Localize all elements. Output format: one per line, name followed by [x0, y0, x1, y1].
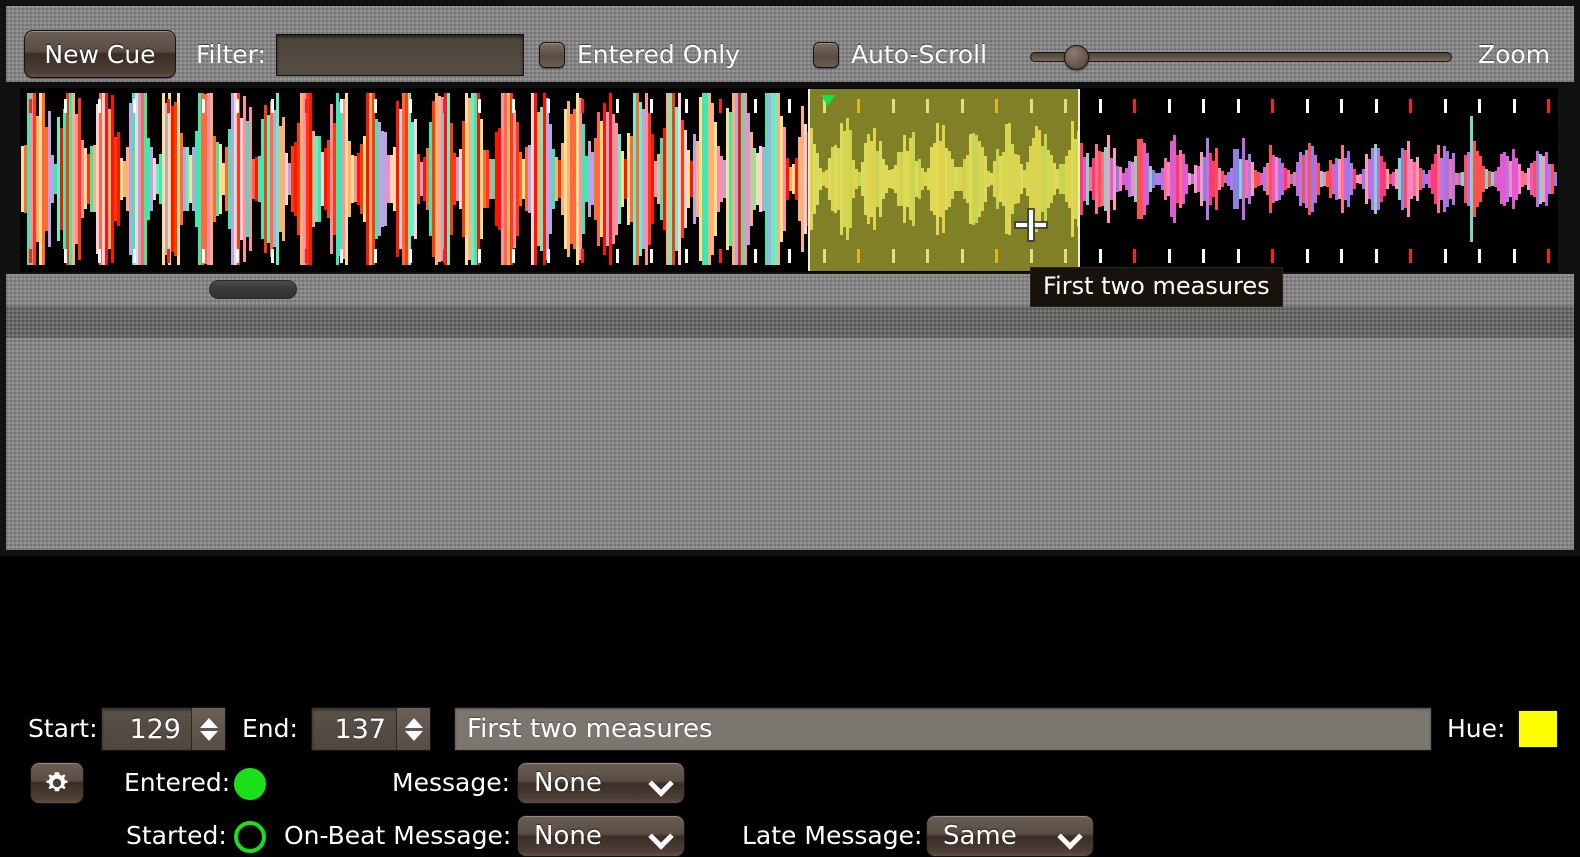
hue-label: Hue: [1447, 714, 1505, 743]
waveform-detail-view[interactable] [20, 88, 1558, 272]
message-dropdown-value: None [534, 768, 650, 798]
started-label: Started: [126, 821, 227, 850]
message-label: Message: [392, 768, 510, 797]
entered-only-label[interactable]: Entered Only [577, 40, 740, 69]
waveform-scrollbar-thumb[interactable] [209, 280, 297, 299]
chevron-down-icon [650, 825, 672, 847]
cue-tooltip: First two measures [1030, 267, 1283, 307]
start-beat-stepper[interactable]: 129 [101, 707, 226, 751]
entered-only-checkbox[interactable] [539, 42, 565, 68]
cue-start-marker-icon [821, 95, 835, 106]
on-beat-message-dropdown-value: None [534, 821, 650, 851]
end-beat-value: 137 [312, 714, 396, 745]
waveform-bars [21, 89, 1557, 271]
auto-scroll-checkbox[interactable] [813, 42, 839, 68]
end-beat-stepper[interactable]: 137 [311, 707, 431, 751]
message-dropdown[interactable]: None [517, 762, 685, 804]
end-beat-arrows[interactable] [396, 708, 430, 750]
start-decrement-icon[interactable] [200, 731, 218, 741]
zoom-slider-track[interactable] [1030, 52, 1452, 62]
panel-divider [6, 306, 1574, 338]
waveform-scrollbar[interactable] [6, 274, 1574, 306]
end-increment-icon[interactable] [405, 718, 423, 728]
late-message-label: Late Message: [742, 821, 922, 850]
chevron-down-icon [1059, 825, 1081, 847]
new-cue-button[interactable]: New Cue [24, 30, 176, 78]
entered-status-indicator [234, 768, 266, 800]
end-decrement-icon[interactable] [405, 731, 423, 741]
start-beat-value: 129 [102, 714, 191, 745]
start-increment-icon[interactable] [200, 718, 218, 728]
on-beat-message-dropdown[interactable]: None [517, 815, 685, 857]
start-beat-arrows[interactable] [191, 708, 225, 750]
filter-label: Filter: [196, 40, 266, 69]
hue-color-swatch[interactable] [1518, 710, 1558, 748]
gear-icon [43, 769, 71, 797]
started-status-indicator [234, 821, 266, 853]
zoom-label: Zoom [1478, 40, 1550, 69]
late-message-dropdown[interactable]: Same [926, 815, 1094, 857]
cue-toolbar: New Cue Filter: Entered Only Auto-Scroll… [6, 6, 1574, 82]
chevron-down-icon [650, 772, 672, 794]
crosshair-cursor-icon [1016, 210, 1046, 240]
start-label: Start: [28, 714, 98, 743]
zoom-slider[interactable] [1030, 46, 1452, 66]
zoom-slider-knob[interactable] [1064, 45, 1089, 70]
auto-scroll-label[interactable]: Auto-Scroll [851, 40, 987, 69]
cue-settings-button[interactable] [30, 762, 84, 804]
waveform-canvas[interactable] [21, 89, 1557, 271]
cue-properties-panel: Start: 129 End: 137 First two measures H… [6, 338, 1574, 550]
on-beat-message-label: On-Beat Message: [284, 821, 511, 850]
cue-comment-input[interactable]: First two measures [454, 707, 1432, 751]
end-label: End: [242, 714, 298, 743]
late-message-dropdown-value: Same [943, 821, 1059, 851]
cue-editor-window: New Cue Filter: Entered Only Auto-Scroll… [0, 0, 1580, 556]
filter-input[interactable] [276, 34, 524, 76]
entered-label: Entered: [124, 768, 230, 797]
